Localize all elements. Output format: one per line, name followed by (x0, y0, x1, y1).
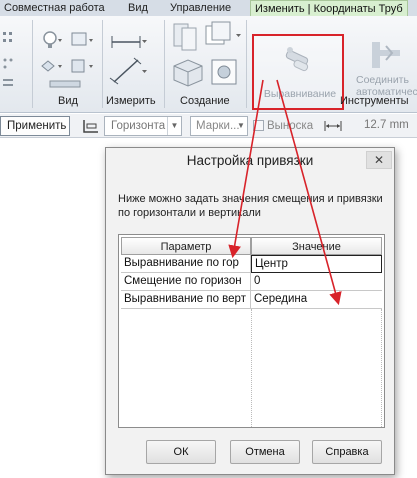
grid-value-cell[interactable]: Середина (251, 291, 382, 309)
marker-select[interactable]: Марки... ▼ (190, 116, 248, 136)
ok-button[interactable]: ОК (146, 440, 216, 464)
ribbon-body: Вид Измерить Создание Выравнивание Соеди… (0, 16, 417, 113)
panel-label-create: Создание (180, 95, 230, 107)
measure-distance-icon[interactable] (108, 26, 148, 56)
panel-label-view: Вид (58, 95, 78, 107)
grid-value-cell[interactable]: Центр (251, 255, 382, 273)
rows-tool-icon[interactable] (2, 76, 16, 90)
marker-select-value: Марки... (196, 120, 240, 132)
align-button-label: Выравнивание (263, 88, 337, 100)
horizontal-select-value: Горизонта (111, 120, 166, 132)
cancel-button[interactable]: Отмена (230, 440, 300, 464)
dots-tool-icon[interactable] (2, 56, 16, 72)
tab-view[interactable]: Вид (124, 0, 152, 16)
column-header-parameter[interactable]: Параметр (121, 237, 251, 255)
measure-diagonal-icon[interactable] (108, 56, 148, 86)
snap-settings-dialog: Настройка привязки ✕ Ниже можно задать з… (105, 147, 395, 475)
lightbulb-icon[interactable] (40, 30, 66, 52)
override-icon[interactable] (48, 78, 88, 92)
length-icon (324, 119, 344, 133)
leader-label: Выноска (267, 120, 314, 132)
apply-button[interactable]: Применить (0, 116, 70, 136)
create-similar-icon[interactable] (202, 20, 246, 54)
grid-param-cell: Выравнивание по верт (121, 291, 251, 309)
panel-label-tools: Инструменты (340, 95, 409, 107)
horizontal-select[interactable]: Горизонта ▼ (104, 116, 182, 136)
dialog-description: Ниже можно задать значения смещения и пр… (118, 193, 383, 219)
grid-param-cell: Смещение по горизон (121, 273, 251, 291)
tab-collaborate[interactable]: Совместная работа (0, 0, 109, 16)
panel-separator (102, 20, 103, 108)
isolate-icon[interactable] (70, 56, 96, 78)
grid-value-cell[interactable]: 0 (251, 273, 382, 291)
tab-modify-pipe-coordinates[interactable]: Изменить | Координаты Труб (250, 0, 408, 16)
chevron-down-icon: ▼ (237, 121, 245, 130)
panel-separator (164, 20, 165, 108)
ribbon: Совместная работа Вид Управление Изменит… (0, 0, 417, 113)
align-pipe-icon (282, 42, 318, 82)
grid-tool-icon[interactable] (2, 30, 16, 46)
grid-divider (381, 309, 382, 427)
parameters-grid: Параметр Значение Выравнивание по гор Це… (118, 234, 385, 428)
panel-separator (246, 20, 247, 108)
grid-param-cell: Выравнивание по гор (121, 255, 251, 273)
length-input[interactable]: 12.7 mm (350, 116, 417, 136)
dialog-title: Настройка привязки (106, 148, 394, 174)
create-parts-icon[interactable] (170, 56, 210, 90)
help-button[interactable]: Справка (312, 440, 382, 464)
hide-element-icon[interactable] (40, 56, 66, 78)
grid-divider (251, 309, 252, 427)
column-header-value[interactable]: Значение (251, 237, 382, 255)
panel-label-measure: Измерить (106, 95, 156, 107)
ribbon-tabs: Совместная работа Вид Управление Изменит… (0, 0, 417, 16)
align-button[interactable]: Выравнивание (252, 34, 344, 110)
options-bar: Применить Горизонта ▼ Марки... ▼ Выноска… (0, 114, 417, 138)
auto-connect-label-line1: Соединить (356, 74, 409, 86)
leader-checkbox[interactable] (253, 120, 264, 131)
view-box-icon[interactable] (70, 30, 96, 52)
create-group-icon[interactable] (208, 56, 246, 90)
auto-connect-icon[interactable] (366, 38, 406, 72)
panel-separator (32, 20, 33, 108)
chevron-down-icon: ▼ (167, 117, 181, 135)
justification-icon (82, 118, 100, 134)
tab-manage[interactable]: Управление (166, 0, 235, 16)
close-icon[interactable]: ✕ (366, 151, 392, 169)
